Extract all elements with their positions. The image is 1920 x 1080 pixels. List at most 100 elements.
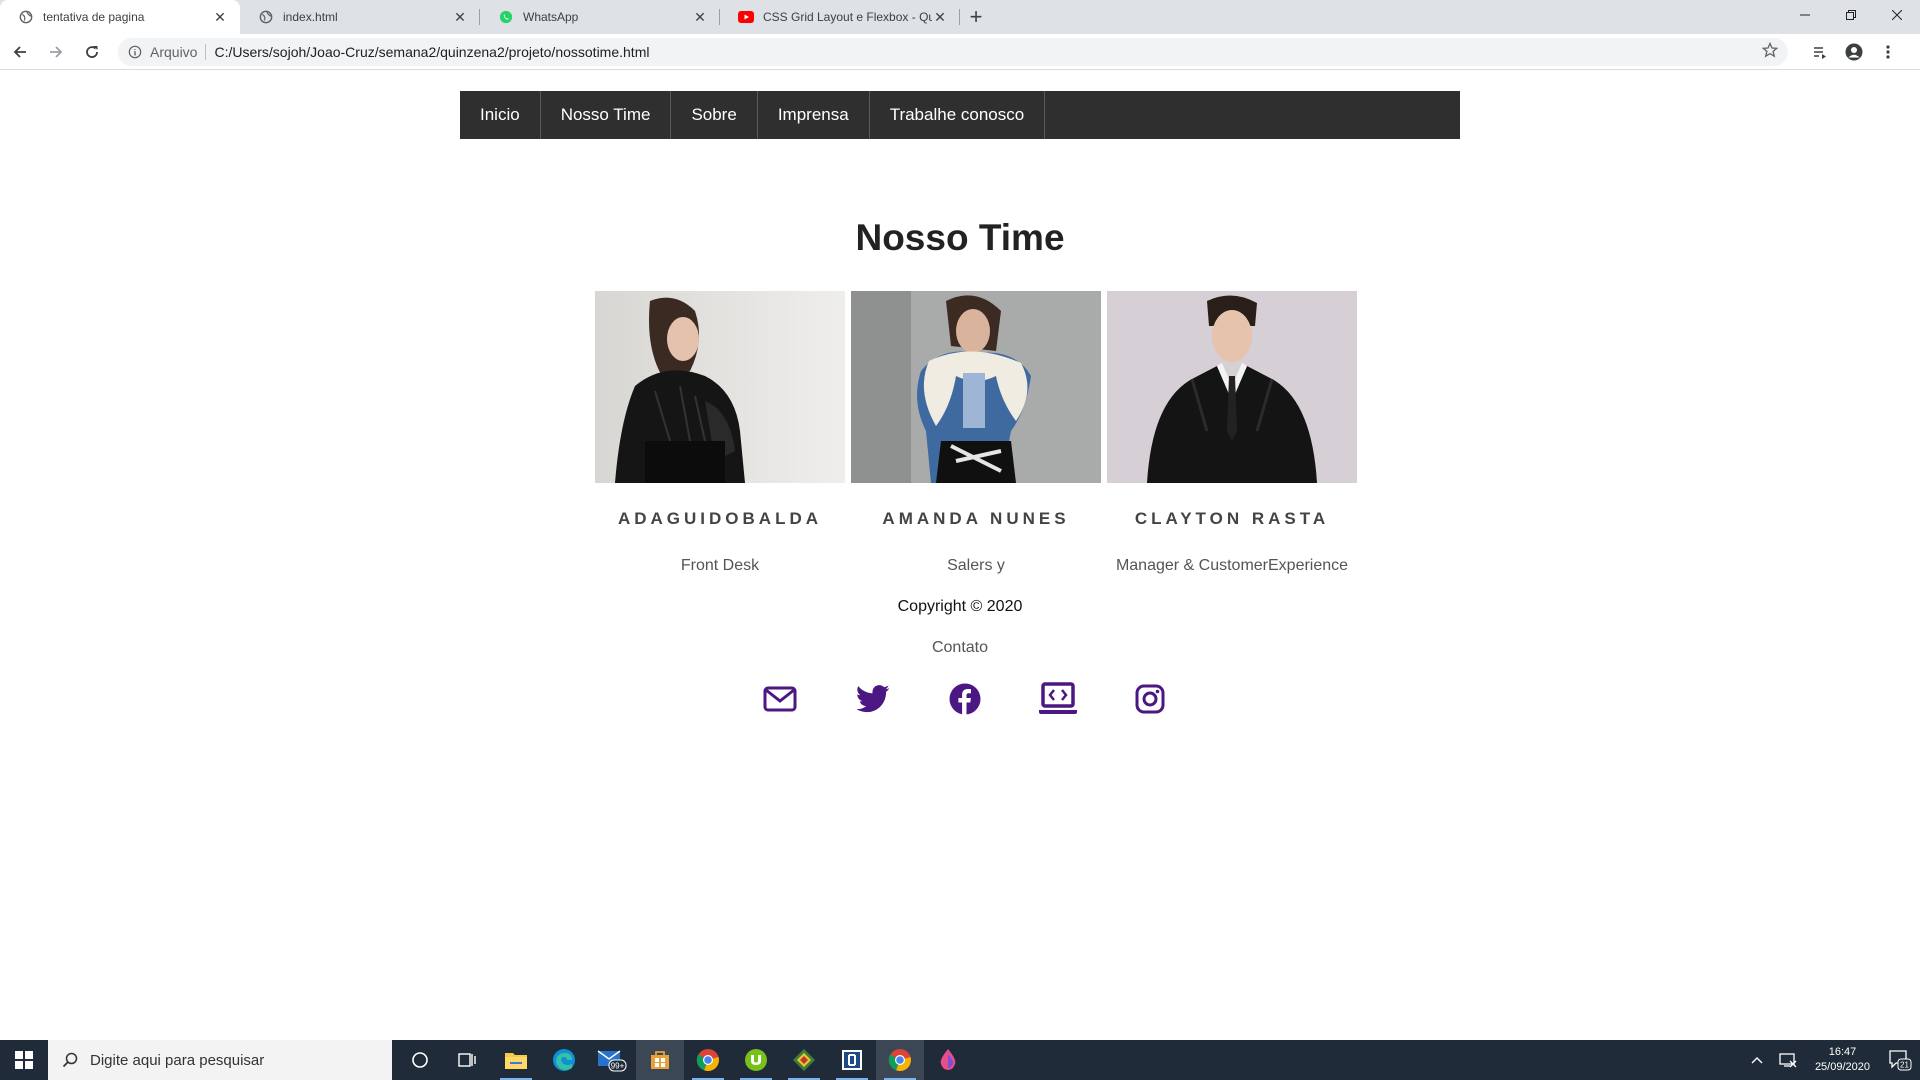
- mail-icon[interactable]: [760, 679, 800, 719]
- account-icon: [1845, 43, 1863, 60]
- bracket-app-icon: [842, 1050, 862, 1070]
- cortana-button[interactable]: [396, 1040, 444, 1080]
- store-button[interactable]: [636, 1040, 684, 1080]
- toolbar-right-actions: [1802, 36, 1904, 68]
- close-window-button[interactable]: [1874, 0, 1920, 30]
- facebook-icon[interactable]: [945, 679, 985, 719]
- tab-whatsapp[interactable]: WhatsApp ✕: [480, 0, 720, 34]
- youtube-icon: [738, 9, 754, 25]
- chevron-up-icon[interactable]: [1743, 1056, 1771, 1064]
- laptop-icon[interactable]: [1038, 679, 1078, 719]
- playlist-icon: [1814, 46, 1826, 59]
- member-role: Front Desk: [680, 557, 760, 574]
- start-button[interactable]: [0, 1040, 48, 1080]
- taskbar-clock[interactable]: 16:47 25/09/2020: [1805, 1045, 1880, 1075]
- info-icon[interactable]: [128, 44, 144, 60]
- chrome-button[interactable]: [684, 1040, 732, 1080]
- team-member-card: ADAGUIDOBALDA Front Desk: [595, 291, 845, 575]
- tab-tentativa-de-pagina[interactable]: tentativa de pagina ✕: [0, 0, 240, 34]
- drop-app-button[interactable]: [924, 1040, 972, 1080]
- address-bar[interactable]: Arquivo C:/Users/sojoh/Joao-Cruz/semana2…: [118, 37, 1788, 66]
- forward-button[interactable]: [40, 36, 72, 68]
- url-scheme: Arquivo: [150, 43, 207, 60]
- tab-title: tentativa de pagina: [43, 10, 145, 24]
- clock-time: 16:47: [1828, 1046, 1857, 1058]
- restore-button[interactable]: [1828, 0, 1874, 30]
- nav-item-nosso-time[interactable]: Nosso Time: [541, 91, 672, 139]
- main-nav: Inicio Nosso Time Sobre Imprensa Trabalh…: [460, 91, 1460, 139]
- nav-item-inicio[interactable]: Inicio: [460, 91, 541, 139]
- utorrent-button[interactable]: [732, 1040, 780, 1080]
- chrome-window-button[interactable]: [876, 1040, 924, 1080]
- task-view-button[interactable]: [444, 1040, 492, 1080]
- tab-css-grid-video[interactable]: CSS Grid Layout e Flexbox - Qua ✕: [720, 0, 960, 34]
- member-photo: [851, 291, 1101, 483]
- taskbar-search[interactable]: Digite aqui para pesquisar: [48, 1040, 392, 1080]
- contact-heading: Contato: [931, 639, 989, 656]
- tab-separator: [959, 9, 960, 25]
- diamond-app-icon: [793, 1049, 815, 1071]
- member-name: AMANDA NUNES: [882, 509, 1070, 528]
- windows-logo-icon: [15, 1051, 33, 1069]
- notification-count: 21: [1900, 1061, 1909, 1070]
- reload-icon: [86, 45, 98, 58]
- page-viewport: Inicio Nosso Time Sobre Imprensa Trabalh…: [0, 71, 1920, 1040]
- taskbar-apps: 99+: [396, 1040, 972, 1080]
- git-client-button[interactable]: [780, 1040, 828, 1080]
- close-icon[interactable]: ✕: [932, 9, 948, 25]
- task-view-icon: [458, 1053, 476, 1067]
- clock-date: 25/09/2020: [1814, 1061, 1870, 1073]
- search-placeholder: Digite aqui para pesquisar: [90, 1051, 265, 1069]
- utorrent-icon: [745, 1049, 767, 1071]
- team-member-card: CLAYTON RASTA Manager & CustomerExperien…: [1107, 291, 1357, 575]
- whatsapp-icon: [498, 9, 514, 25]
- profile-button[interactable]: [1838, 36, 1870, 68]
- minimize-button[interactable]: [1782, 0, 1828, 30]
- nav-item-sobre[interactable]: Sobre: [671, 91, 758, 139]
- close-icon[interactable]: ✕: [452, 9, 468, 25]
- globe-icon: [18, 9, 34, 25]
- instagram-icon[interactable]: [1130, 679, 1170, 719]
- new-tab-button[interactable]: +: [960, 0, 992, 34]
- notification-icon: 21: [1889, 1050, 1912, 1071]
- mail-badge: 99+: [611, 1062, 625, 1071]
- system-tray: 16:47 25/09/2020 21: [1743, 1040, 1920, 1080]
- notification-center-button[interactable]: 21: [1880, 1049, 1920, 1071]
- store-icon: [651, 1051, 669, 1069]
- browser-tab-strip: tentativa de pagina ✕ index.html ✕ Whats…: [0, 0, 1920, 34]
- drop-icon: [940, 1049, 956, 1070]
- close-icon[interactable]: ✕: [692, 9, 708, 25]
- member-photo: [1107, 291, 1357, 483]
- member-photo: [595, 291, 845, 483]
- star-icon[interactable]: [1761, 41, 1779, 61]
- arrow-left-icon: [13, 45, 26, 58]
- twitter-icon[interactable]: [853, 679, 893, 719]
- back-button[interactable]: [4, 36, 36, 68]
- tab-title: WhatsApp: [523, 10, 579, 24]
- tab-title: CSS Grid Layout e Flexbox - Qua: [763, 10, 932, 24]
- tab-index-html[interactable]: index.html ✕: [240, 0, 480, 34]
- search-icon: [62, 1052, 78, 1068]
- nav-item-imprensa[interactable]: Imprensa: [758, 91, 870, 139]
- url-text[interactable]: C:/Users/sojoh/Joao-Cruz/semana2/quinzen…: [214, 44, 1762, 60]
- mail-app-button[interactable]: 99+: [588, 1040, 636, 1080]
- editor-app-button[interactable]: [828, 1040, 876, 1080]
- windows-taskbar: Digite aqui para pesquisar 99+ 16:47 25/…: [0, 1040, 1920, 1080]
- chrome-icon: [888, 1049, 911, 1072]
- reading-list-button[interactable]: [1804, 36, 1836, 68]
- member-name: CLAYTON RASTA: [1134, 509, 1330, 528]
- member-name: ADAGUIDOBALDA: [617, 509, 823, 528]
- kebab-menu-icon: [1886, 44, 1890, 59]
- member-role: Salers y: [947, 557, 1005, 574]
- nav-item-trabalhe-conosco[interactable]: Trabalhe conosco: [870, 91, 1046, 139]
- menu-button[interactable]: [1872, 36, 1904, 68]
- edge-button[interactable]: [540, 1040, 588, 1080]
- folder-icon: [505, 1053, 527, 1069]
- file-explorer-button[interactable]: [492, 1040, 540, 1080]
- reload-button[interactable]: [76, 36, 108, 68]
- close-icon[interactable]: ✕: [212, 9, 228, 25]
- arrow-right-icon: [50, 45, 63, 58]
- network-icon[interactable]: [1771, 1052, 1805, 1068]
- team-grid: ADAGUIDOBALDA Front Desk AMANDA NUNES Sa: [595, 291, 1357, 575]
- tab-title: index.html: [283, 10, 338, 24]
